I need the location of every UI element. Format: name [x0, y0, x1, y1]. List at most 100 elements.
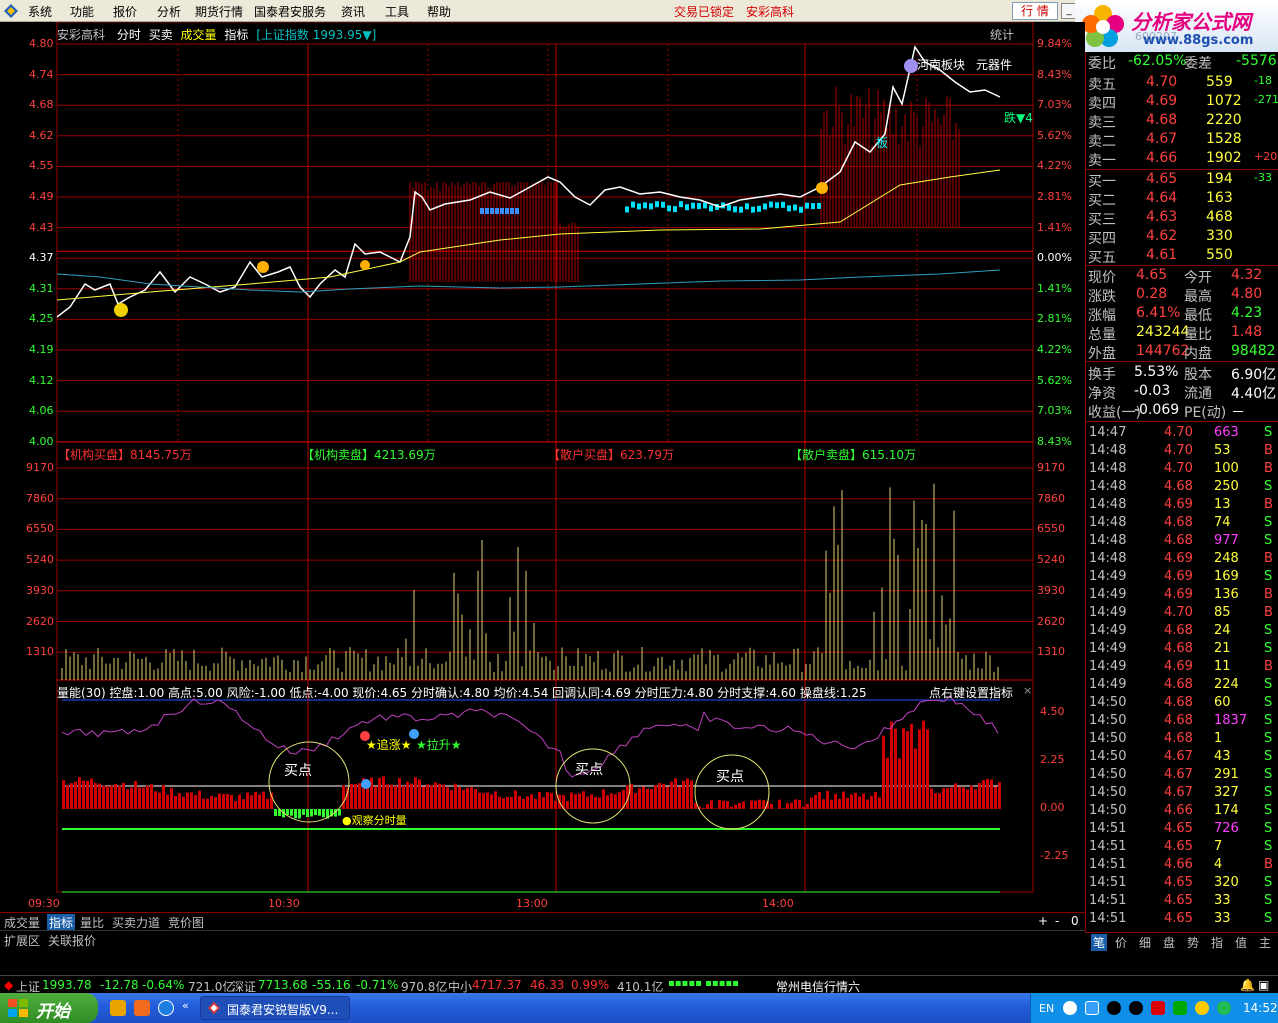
tick-row: 14:49 4.68 24 S [1086, 623, 1278, 641]
signal-marker [631, 201, 635, 208]
market-button[interactable]: 行 情 [1012, 2, 1058, 20]
indicator-bar [918, 729, 921, 809]
network-icon[interactable] [1217, 1001, 1231, 1015]
signal-marker [769, 201, 773, 208]
indicator-bar [882, 735, 885, 809]
quicklaunch-icon[interactable] [134, 1000, 150, 1016]
zoom-out-button[interactable]: - [1055, 914, 1059, 928]
tick-row: 14:51 4.65 33 S [1086, 911, 1278, 929]
menu-quote[interactable]: 报价 [113, 3, 137, 20]
expand-icon[interactable]: « [182, 999, 189, 1012]
sz-index: 7713.68 [258, 978, 308, 992]
indicator-bar [394, 785, 397, 809]
tick-row: 14:48 4.69 13 B [1086, 497, 1278, 515]
tab-volume[interactable]: 成交量 [181, 28, 217, 42]
tick-volume: 11 [1214, 659, 1231, 674]
tab-indicator[interactable]: 指标 [224, 28, 248, 42]
zoom-in-button[interactable]: + [1038, 914, 1048, 928]
order-ratio-row: 委比 -62.05% 委差 -5576 [1086, 52, 1278, 72]
indicator-bar [222, 794, 225, 809]
bid-level-row: 买四 4.62 330 [1086, 227, 1278, 247]
indicator-bar [374, 786, 377, 809]
indicator-settings-hint[interactable]: 点右键设置指标 [929, 684, 1013, 701]
tick-side: S [1264, 677, 1273, 692]
rtab-ticks[interactable]: 笔 [1091, 934, 1108, 951]
indicator-bar [830, 799, 833, 809]
menu-help[interactable]: 帮助 [427, 3, 451, 20]
tick-row: 14:48 4.69 248 B [1086, 551, 1278, 569]
axis-tick-label: 8.43% [1037, 434, 1072, 448]
tick-price: 4.68 [1164, 479, 1193, 494]
indicator-bar [806, 803, 809, 809]
trade-lock-status[interactable]: 交易已锁定 [674, 3, 734, 20]
indicator-bar [682, 780, 685, 809]
rtab-price[interactable]: 价 [1115, 934, 1127, 951]
qq-icon[interactable] [1129, 1001, 1143, 1015]
indicator-bar [654, 785, 657, 809]
menu-function[interactable]: 功能 [70, 3, 94, 20]
axis-tick-label: 5.62% [1037, 373, 1072, 387]
tick-price: 4.65 [1164, 821, 1193, 836]
tick-time: 14:48 [1089, 533, 1127, 548]
shield-icon[interactable] [1173, 1001, 1187, 1015]
close-indicator-icon[interactable]: × [1023, 684, 1032, 697]
ask-volume: 1072 [1206, 93, 1242, 109]
rtab-main[interactable]: 主 [1259, 934, 1271, 951]
tab-extension[interactable]: 扩展区 [4, 932, 40, 949]
indicator-bar [266, 798, 269, 809]
tab-buysell-force[interactable]: 买卖力道 [112, 914, 160, 931]
tab-related-quote[interactable]: 关联报价 [48, 932, 96, 949]
tick-volume: 169 [1214, 569, 1239, 584]
menu-futures[interactable]: 期货行情 [195, 3, 243, 20]
indicator-bar [862, 793, 865, 809]
language-indicator[interactable]: EN [1039, 1002, 1054, 1015]
qq-icon[interactable] [1107, 1001, 1121, 1015]
tick-row: 14:51 4.65 7 S [1086, 839, 1278, 857]
quicklaunch-icon[interactable] [110, 1000, 126, 1016]
tray-icon[interactable] [1063, 1001, 1077, 1015]
tab-indicator-bottom[interactable]: 指标 [47, 914, 76, 931]
indicator-bar [782, 808, 785, 809]
indicator-bar [322, 809, 325, 818]
reset-button[interactable]: 0 [1071, 914, 1079, 928]
ratio-value: -62.05% [1128, 53, 1187, 69]
tray-icon[interactable] [1151, 1001, 1165, 1015]
alarm-icon[interactable]: 🔔 [1240, 978, 1255, 992]
indicator-bar [510, 796, 513, 809]
tab-volume-ratio[interactable]: 量比 [80, 914, 104, 931]
rtab-value[interactable]: 值 [1235, 934, 1247, 951]
start-button[interactable]: 开始 [0, 993, 98, 1023]
taskbar-app-button[interactable]: 国泰君安锐智版V9... [200, 996, 350, 1020]
stat-button[interactable]: 统计 [990, 26, 1014, 43]
indicator-bar [974, 789, 977, 809]
menu-service[interactable]: 国泰君安服务 [254, 3, 326, 20]
tab-auction[interactable]: 竞价图 [168, 914, 204, 931]
menu-tools[interactable]: 工具 [385, 3, 409, 20]
indicator-bar [534, 798, 537, 809]
axis-tick-label: 4.25 [29, 312, 54, 326]
tab-timeshare[interactable]: 分时 [117, 28, 141, 42]
quicklaunch-icon[interactable] [158, 1000, 174, 1016]
axis-tick-label: 8.43% [1037, 67, 1072, 81]
intraday-chart[interactable]: 安彩高科 分时 买卖 成交量 指标 [上证指数 1993.95▼] 统计 河南板… [0, 22, 1085, 912]
indicator-bar [702, 807, 705, 809]
rtab-detail[interactable]: 细 [1139, 934, 1151, 951]
window-icon[interactable]: ▣ [1258, 978, 1269, 992]
rtab-index[interactable]: 指 [1211, 934, 1223, 951]
menu-system[interactable]: 系统 [28, 3, 52, 20]
tick-volume: 291 [1214, 767, 1239, 782]
speaker-icon[interactable] [1195, 1001, 1209, 1015]
tray-icon[interactable] [1085, 1001, 1099, 1015]
bid-level-row: 买三 4.63 468 [1086, 208, 1278, 228]
menu-news[interactable]: 资讯 [341, 3, 365, 20]
time-tick-label: 13:00 [516, 897, 548, 910]
menu-analysis[interactable]: 分析 [157, 3, 181, 20]
tab-volume-bottom[interactable]: 成交量 [4, 914, 40, 931]
index-quote[interactable]: [上证指数 1993.95▼] [256, 28, 376, 42]
rtab-trend[interactable]: 势 [1187, 934, 1199, 951]
tick-price: 4.66 [1164, 857, 1193, 872]
ban-tag: 板 [876, 136, 889, 150]
rtab-book[interactable]: 盘 [1163, 934, 1175, 951]
indicator-bar [874, 791, 877, 809]
tab-trade[interactable]: 买卖 [149, 28, 173, 42]
